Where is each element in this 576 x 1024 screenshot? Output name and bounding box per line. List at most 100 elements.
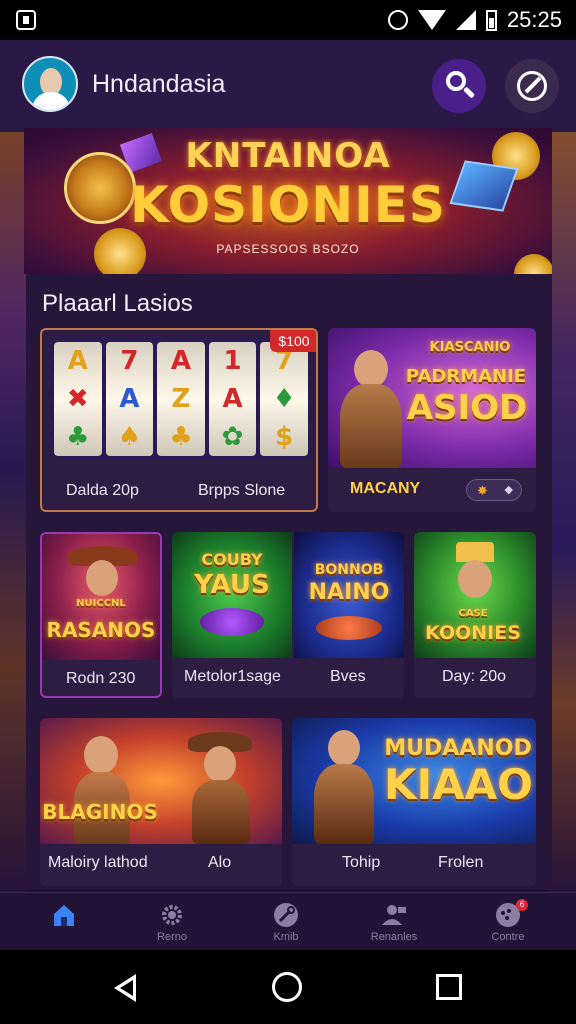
search-icon-handle bbox=[462, 86, 476, 99]
section-title: Plaaarl Lasios bbox=[42, 290, 193, 317]
game-title: ASIOD bbox=[406, 388, 528, 428]
status-icons: 25:25 bbox=[387, 7, 562, 32]
coin-icon bbox=[514, 254, 552, 274]
reel-symbol: A bbox=[67, 346, 88, 376]
card-caption-left: Metolor1sage bbox=[184, 668, 281, 685]
hero-head bbox=[84, 736, 118, 774]
hero-head bbox=[204, 746, 236, 782]
reel-symbol: ♣ bbox=[66, 422, 90, 452]
slot-reel: 7 ♦ $ bbox=[260, 342, 308, 456]
reel-symbol: ♣ bbox=[169, 422, 193, 452]
game-art: NUICCNL RASANOS bbox=[42, 534, 160, 660]
game-title-top: KIASCANIO bbox=[429, 340, 511, 355]
reel-symbol: A bbox=[222, 384, 243, 414]
gem-tray bbox=[200, 608, 264, 636]
notification-badge: 6 bbox=[516, 899, 528, 911]
signal-icon bbox=[455, 10, 476, 30]
game-title: BLAGINOS bbox=[42, 800, 158, 824]
game-title: BONNOB bbox=[314, 562, 384, 578]
card-caption-right: Alo bbox=[208, 854, 232, 871]
status-bar: 25:25 bbox=[0, 0, 576, 40]
nav-rerno[interactable]: Rerno bbox=[122, 893, 222, 951]
reel-symbol: A bbox=[170, 346, 192, 376]
banner-subtitle: PAPSESSOOS BSOZO bbox=[216, 242, 360, 256]
recent-apps-icon[interactable] bbox=[436, 974, 462, 1000]
game-art-yaus[interactable]: COUBY YAUS bbox=[172, 532, 292, 658]
hero-head bbox=[354, 350, 388, 388]
game-art: KIASCANIO PADRMANIE ASIOD bbox=[328, 328, 536, 468]
slot-reel: 7 A ♠ bbox=[105, 342, 154, 456]
reel-symbol: ✖ bbox=[66, 384, 89, 414]
search-icon bbox=[446, 71, 466, 91]
banner-title-line1: KNTAINOA bbox=[185, 136, 391, 176]
card-caption-left: Maloiry lathod bbox=[48, 854, 148, 871]
card-caption: MACANY bbox=[350, 480, 421, 497]
wifi-icon bbox=[417, 10, 446, 30]
card-caption-right: Brpps Slone bbox=[198, 482, 286, 499]
game-art: BLAGINOS bbox=[40, 718, 282, 844]
game-title-large: NAINO bbox=[308, 580, 390, 605]
game-title-mid: PADRMANIE bbox=[405, 366, 527, 387]
home-circle-icon[interactable] bbox=[272, 972, 302, 1002]
reel-symbol: ✿ bbox=[221, 422, 244, 452]
reel-symbol: A bbox=[119, 384, 140, 414]
reel-symbol: $ bbox=[275, 422, 294, 452]
card-toggle[interactable]: ✸ ◆ bbox=[466, 479, 522, 501]
hero-figure bbox=[314, 764, 374, 844]
hero-figure bbox=[340, 384, 402, 468]
slot-reel: 1 A ✿ bbox=[208, 342, 257, 456]
card-caption: Day: 20o bbox=[442, 668, 507, 685]
game-art-naino[interactable]: BONNOB NAINO bbox=[294, 532, 404, 658]
back-icon[interactable] bbox=[114, 974, 136, 1002]
game-title: COUBY bbox=[201, 550, 263, 569]
game-title: RASANOS bbox=[46, 618, 156, 642]
battery-icon bbox=[485, 9, 497, 31]
search-button[interactable] bbox=[432, 59, 486, 113]
game-card-asiod[interactable]: KIASCANIO PADRMANIE ASIOD MACANY ✸ ◆ bbox=[328, 328, 536, 512]
hero-head bbox=[458, 560, 492, 598]
nav-contre[interactable]: 6 Contre bbox=[458, 893, 558, 951]
card-caption-left: Tohip bbox=[342, 854, 381, 871]
casino-background-right bbox=[548, 120, 576, 900]
star-icon: ✸ bbox=[477, 483, 488, 498]
avatar[interactable] bbox=[22, 56, 78, 112]
profile-button[interactable] bbox=[505, 59, 559, 113]
nav-label: Contre bbox=[491, 931, 525, 943]
game-title-large: YAUS bbox=[194, 570, 270, 600]
card-caption-left: Dalda 20p bbox=[66, 482, 139, 499]
game-card-rasanos[interactable]: NUICCNL RASANOS Rodn 230 bbox=[40, 532, 162, 698]
notification-icon bbox=[16, 10, 36, 30]
person-icon bbox=[382, 905, 406, 925]
game-card-slots[interactable]: A ✖ ♣ 7 A ♠ A Z ♣ 1 A ✿ 7 ♦ $ $100 Dalda… bbox=[40, 328, 318, 512]
reel-symbol: ♠ bbox=[117, 422, 142, 452]
reel-symbol: 1 bbox=[223, 346, 242, 376]
app-root: 25:25 Hndandasia KNTAINOA KOSIONIES PAPS… bbox=[0, 0, 576, 1024]
game-title-top: CASE bbox=[458, 608, 488, 619]
banner-title-line2: KOSIONIES bbox=[130, 176, 446, 234]
hero-head bbox=[86, 560, 118, 596]
nav-kmib[interactable]: Kmib bbox=[236, 893, 336, 951]
nav-home[interactable] bbox=[14, 893, 114, 951]
chevron-right-icon: ◆ bbox=[504, 484, 513, 496]
app-header: Hndandasia bbox=[0, 40, 576, 132]
avatar-body bbox=[32, 92, 70, 110]
card-caption-right: Bves bbox=[330, 668, 366, 685]
game-card-koonies[interactable]: CASE KOONIES Day: 20o bbox=[414, 532, 536, 698]
slot-reels: A ✖ ♣ 7 A ♠ A Z ♣ 1 A ✿ 7 ♦ $ bbox=[50, 338, 312, 460]
wrench-icon bbox=[274, 903, 298, 927]
status-time: 25:25 bbox=[506, 7, 562, 32]
alarm-icon bbox=[387, 10, 408, 30]
game-art: MUDAANOD KIAAO bbox=[292, 718, 536, 844]
hero-head bbox=[328, 730, 360, 766]
gear-icon bbox=[162, 905, 182, 925]
promo-banner[interactable]: KNTAINOA KOSIONIES PAPSESSOOS BSOZO bbox=[24, 128, 552, 274]
bottom-navigation: Rerno Kmib Renanles 6 Contre bbox=[0, 892, 576, 950]
game-card-blaginos[interactable]: BLAGINOS Maloiry lathod Alo bbox=[40, 718, 282, 886]
nav-renanles[interactable]: Renanles bbox=[344, 893, 444, 951]
card-caption: Rodn 230 bbox=[66, 670, 136, 687]
slot-reel: A Z ♣ bbox=[157, 342, 205, 456]
game-card-kiaao[interactable]: MUDAANOD KIAAO Tohip Frolen bbox=[292, 718, 536, 886]
game-title: KOONIES bbox=[425, 622, 521, 644]
home-icon bbox=[54, 905, 74, 926]
reel-symbol: 7 bbox=[120, 346, 139, 376]
